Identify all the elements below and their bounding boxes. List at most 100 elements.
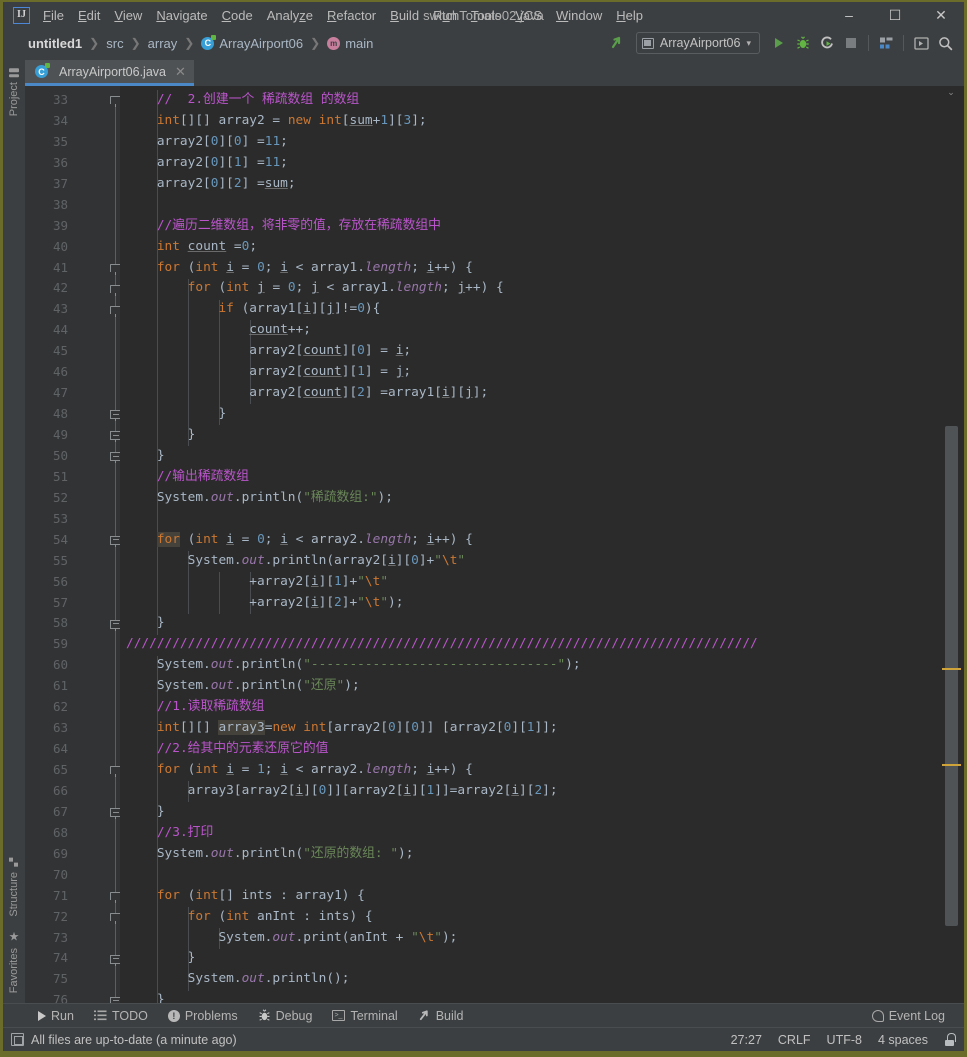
- code-line[interactable]: System.out.println();: [120, 969, 937, 990]
- code-line[interactable]: array2[count][0] = i;: [120, 341, 937, 362]
- warning-marker-2[interactable]: [942, 764, 961, 766]
- close-button[interactable]: ✕: [918, 1, 964, 29]
- code-line[interactable]: count++;: [120, 320, 937, 341]
- code-line[interactable]: for (int j = 0; j < array1.length; j++) …: [120, 278, 937, 299]
- run-with-coverage-button[interactable]: [816, 32, 838, 54]
- code-token: 0: [257, 259, 265, 275]
- editor-gutter[interactable]: 33 34 35 36 37 38 39 40 41 42 43 44 45 46 47 48 49 50 51 52…: [25, 86, 121, 1003]
- line-number: 39: [52, 217, 68, 233]
- terminal-toggle-button[interactable]: [910, 32, 932, 54]
- indent-setting[interactable]: 4 spaces: [878, 1033, 928, 1047]
- code-line[interactable]: for (int i = 0; i < array1.length; i++) …: [120, 258, 937, 279]
- code-line[interactable]: [120, 865, 937, 886]
- tab-arrayairport06-java[interactable]: C ArrayAirport06.java ✕: [25, 60, 194, 86]
- code-line[interactable]: }: [120, 613, 937, 634]
- code-line[interactable]: array2[count][1] = j;: [120, 362, 937, 383]
- code-line[interactable]: for (int[] ints : array1) {: [120, 886, 937, 907]
- code-line[interactable]: +array2[i][2]+"\t");: [120, 593, 937, 614]
- tool-window-run[interactable]: Run: [29, 1007, 83, 1025]
- code-line[interactable]: int count =0;: [120, 237, 937, 258]
- maximize-button[interactable]: ☐: [872, 1, 918, 29]
- menu-item-navigate[interactable]: Navigate: [149, 4, 214, 27]
- menu-item-tools[interactable]: Tools: [464, 4, 508, 27]
- code-editor[interactable]: // 2.创建一个 稀疏数组 的数组 int[][] array2 = new …: [120, 86, 937, 1003]
- sidebar-item-favorites[interactable]: Favorites ★: [5, 923, 23, 999]
- code-line[interactable]: System.out.print(anInt + "\t");: [120, 928, 937, 949]
- code-line[interactable]: // 2.创建一个 稀疏数组 的数组: [120, 90, 937, 111]
- code-line[interactable]: }: [120, 802, 937, 823]
- tool-window-build[interactable]: Build: [409, 1007, 473, 1025]
- editor-scrollbar-thumb[interactable]: [945, 426, 958, 926]
- code-line[interactable]: for (int i = 1; i < array2.length; i++) …: [120, 760, 937, 781]
- menu-item-view[interactable]: View: [107, 4, 149, 27]
- breadcrumb-item-arrayairport06[interactable]: C ArrayAirport06: [198, 34, 306, 52]
- minimize-button[interactable]: –: [826, 1, 872, 29]
- menu-item-vcs[interactable]: VCS: [508, 4, 549, 27]
- code-line[interactable]: ////////////////////////////////////////…: [120, 634, 937, 655]
- menu-item-build[interactable]: Build: [383, 4, 426, 27]
- run-configuration-selector[interactable]: ArrayAirport06 ▾: [635, 32, 760, 54]
- tool-window-todo[interactable]: TODO: [85, 1007, 157, 1025]
- menu-item-run[interactable]: Run: [426, 4, 464, 27]
- sidebar-item-project[interactable]: Project: [6, 62, 22, 122]
- code-line[interactable]: }: [120, 948, 937, 969]
- debug-button[interactable]: [792, 32, 814, 54]
- tool-window-problems[interactable]: ! Problems: [159, 1007, 247, 1025]
- code-line[interactable]: System.out.println("还原");: [120, 676, 937, 697]
- editor-marker-bar[interactable]: 2 ∧ ∨ ⌄: [937, 86, 964, 1003]
- breadcrumb-item-src[interactable]: src: [103, 35, 126, 52]
- breadcrumb-item-untitled1[interactable]: untitled1: [25, 35, 85, 52]
- lock-icon[interactable]: [944, 1033, 956, 1046]
- caret-position[interactable]: 27:27: [731, 1033, 762, 1047]
- code-line[interactable]: //2.给其中的元素还原它的值: [120, 739, 937, 760]
- code-line[interactable]: //3.打印: [120, 823, 937, 844]
- line-separator[interactable]: CRLF: [778, 1033, 811, 1047]
- code-line[interactable]: System.out.println("--------------------…: [120, 655, 937, 676]
- code-line[interactable]: +array2[i][1]+"\t": [120, 572, 937, 593]
- menu-item-analyze[interactable]: Analyze: [260, 4, 320, 27]
- menu-item-refactor[interactable]: Refactor: [320, 4, 383, 27]
- code-line[interactable]: System.out.println(array2[i][0]+"\t": [120, 551, 937, 572]
- warning-marker-1[interactable]: [942, 668, 961, 670]
- code-line[interactable]: [120, 509, 937, 530]
- code-line[interactable]: array2[0][1] =11;: [120, 153, 937, 174]
- sidebar-item-structure[interactable]: Structure: [6, 852, 22, 923]
- code-line[interactable]: array2[0][2] =sum;: [120, 174, 937, 195]
- code-line[interactable]: }: [120, 404, 937, 425]
- debug-icon: [259, 1009, 270, 1021]
- run-button[interactable]: [768, 32, 790, 54]
- tool-window-terminal[interactable]: >_ Terminal: [323, 1007, 406, 1025]
- code-line[interactable]: System.out.println("还原的数组: ");: [120, 844, 937, 865]
- source-code[interactable]: // 2.创建一个 稀疏数组 的数组 int[][] array2 = new …: [120, 90, 937, 1003]
- code-line[interactable]: int[][] array2 = new int[sum+1][3];: [120, 111, 937, 132]
- menu-item-code[interactable]: Code: [215, 4, 260, 27]
- code-line[interactable]: }: [120, 425, 937, 446]
- update-project-icon[interactable]: [606, 32, 628, 54]
- project-structure-button[interactable]: [875, 32, 897, 54]
- code-line[interactable]: array2[count][2] =array1[i][j];: [120, 383, 937, 404]
- code-line[interactable]: }: [120, 990, 937, 1003]
- code-line[interactable]: //1.读取稀疏数组: [120, 697, 937, 718]
- file-encoding[interactable]: UTF-8: [827, 1033, 862, 1047]
- close-icon[interactable]: ✕: [175, 64, 186, 80]
- breadcrumb-item-array[interactable]: array: [145, 35, 181, 52]
- code-line[interactable]: //遍历二维数组，将非零的值，存放在稀疏数组中: [120, 216, 937, 237]
- event-log-button[interactable]: Event Log: [863, 1007, 954, 1025]
- menu-item-file[interactable]: File: [36, 4, 71, 27]
- code-line[interactable]: //输出稀疏数组: [120, 467, 937, 488]
- breadcrumb-item-main[interactable]: m main: [324, 35, 376, 52]
- code-line[interactable]: [120, 195, 937, 216]
- search-everywhere-button[interactable]: [934, 32, 956, 54]
- code-line[interactable]: }: [120, 446, 937, 467]
- code-line[interactable]: for (int i = 0; i < array2.length; i++) …: [120, 530, 937, 551]
- code-line[interactable]: for (int anInt : ints) {: [120, 907, 937, 928]
- menu-item-help[interactable]: Help: [609, 4, 650, 27]
- tool-window-debug[interactable]: Debug: [249, 1007, 322, 1025]
- code-line[interactable]: int[][] array3=new int[array2[0][0]] [ar…: [120, 718, 937, 739]
- code-line[interactable]: if (array1[i][j]!=0){: [120, 299, 937, 320]
- code-line[interactable]: System.out.println("稀疏数组:");: [120, 488, 937, 509]
- menu-item-edit[interactable]: Edit: [71, 4, 107, 27]
- code-line[interactable]: array2[0][0] =11;: [120, 132, 937, 153]
- code-line[interactable]: array3[array2[i][0]][array2[i][1]]=array…: [120, 781, 937, 802]
- menu-item-window[interactable]: Window: [549, 4, 609, 27]
